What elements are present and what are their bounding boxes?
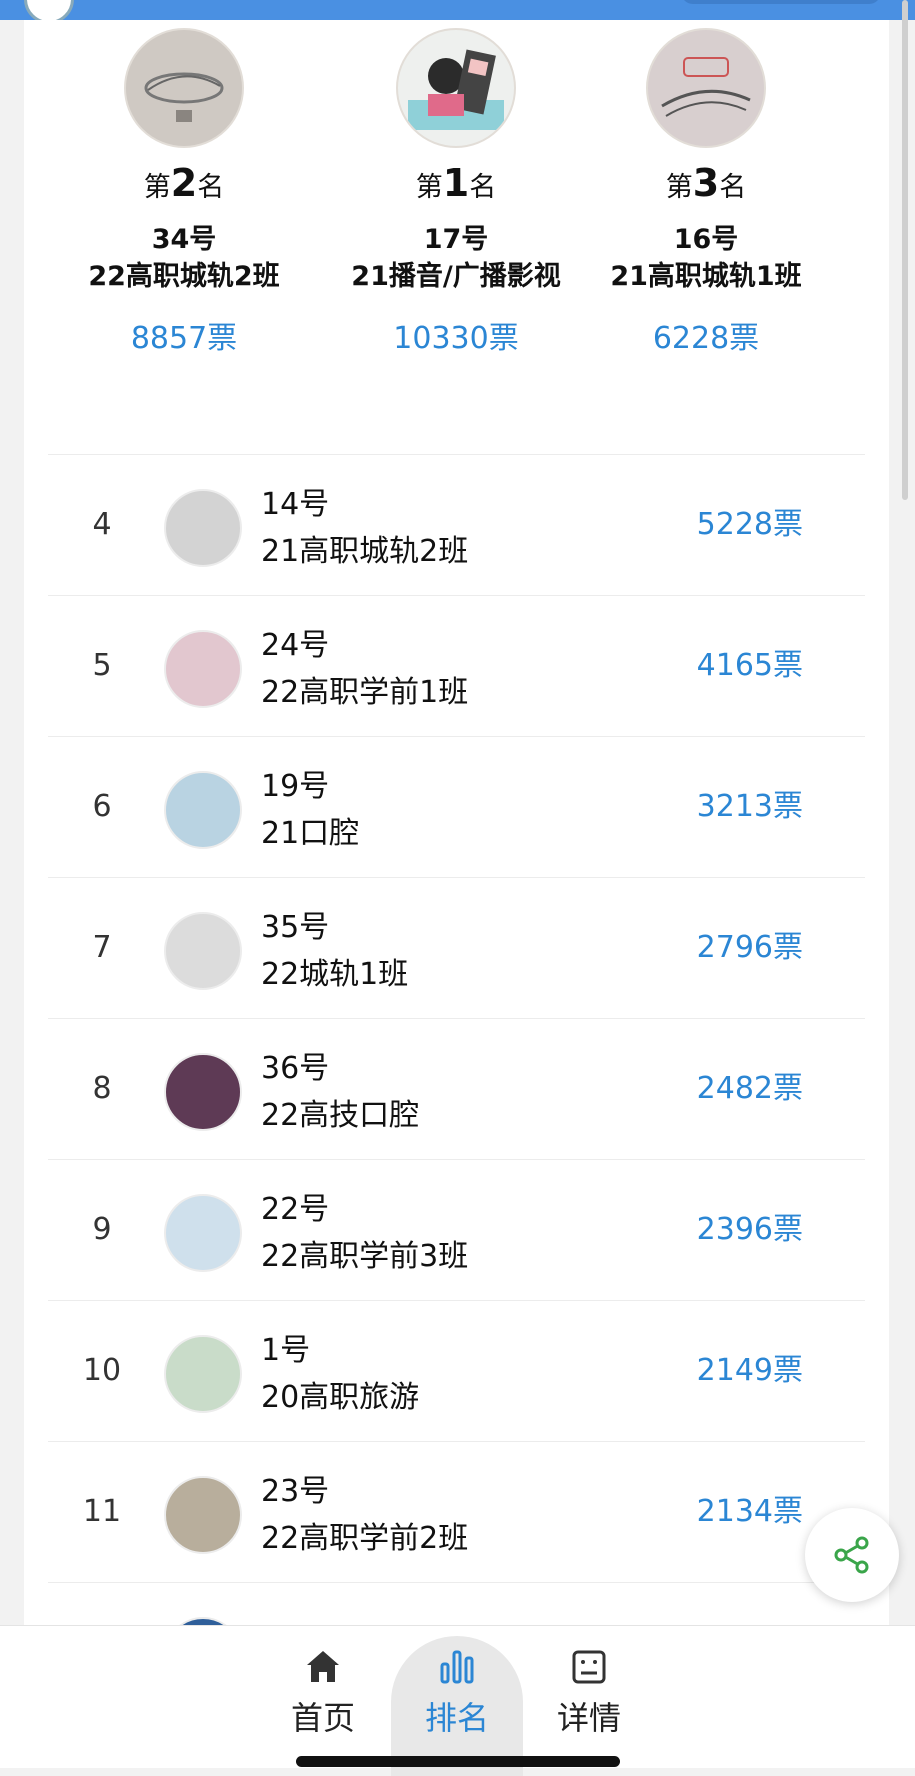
podium-class-name: 21高职城轨1班 <box>610 261 802 292</box>
entry-class-name: 22城轨1班 <box>261 957 409 992</box>
rank-position: 4 <box>92 507 112 542</box>
podium-votes: 8857票 <box>130 321 238 356</box>
ranking-row[interactable]: 5 24号 22高职学前1班 4165票 <box>48 595 865 736</box>
ranking-list: 4 14号 21高职城轨2班 5228票 5 24号 22高职学前1班 4165… <box>48 454 865 1625</box>
entry-number: 19号 <box>261 769 330 804</box>
podium-first[interactable]: 第1名 17号 21播音/广播影视 10330票 <box>331 28 581 359</box>
entry-votes: 2396票 <box>696 1212 803 1247</box>
podium-number: 17号 <box>423 224 489 255</box>
scrollbar-thumb[interactable] <box>902 0 908 500</box>
bar-chart-icon <box>440 1650 474 1684</box>
entry-class-name: 22高职学前1班 <box>261 675 469 710</box>
tab-ranking[interactable]: 排名 <box>391 1626 523 1776</box>
ranking-row[interactable]: 6 19号 21口腔 3213票 <box>48 736 865 877</box>
rank-position: 10 <box>82 1353 122 1388</box>
header-avatar[interactable] <box>24 0 74 20</box>
ranking-row-partial[interactable] <box>48 1582 865 1625</box>
home-indicator <box>296 1756 620 1767</box>
entry-class-name: 21口腔 <box>261 816 360 851</box>
podium-rank: 第2名 <box>143 161 225 205</box>
ranking-row[interactable]: 8 36号 22高技口腔 2482票 <box>48 1018 865 1159</box>
bottom-tab-bar: 首页 排名 详情 <box>0 1625 915 1776</box>
entry-thumbnail <box>164 1335 242 1413</box>
rank-position: 8 <box>92 1071 112 1106</box>
ranking-row[interactable]: 9 22号 22高职学前3班 2396票 <box>48 1159 865 1300</box>
rank-position: 9 <box>92 1212 112 1247</box>
tab-label: 详情 <box>556 1699 621 1737</box>
rank-position: 7 <box>92 930 112 965</box>
entry-number: 22号 <box>261 1192 330 1227</box>
ranking-panel: 第2名 34号 22高职城轨2班 8857票 第1名 17号 21播音/广播影视… <box>24 20 889 1625</box>
entry-thumbnail <box>164 771 242 849</box>
entry-votes: 2482票 <box>696 1071 803 1106</box>
podium-badge <box>396 28 516 148</box>
entry-thumbnail <box>164 489 242 567</box>
podium-class-name: 22高职城轨2班 <box>88 261 280 292</box>
entry-number: 36号 <box>261 1051 330 1086</box>
ranking-row[interactable]: 11 23号 22高职学前2班 2134票 <box>48 1441 865 1582</box>
rank-position: 6 <box>92 789 112 824</box>
ranking-row[interactable]: 7 35号 22城轨1班 2796票 <box>48 877 865 1018</box>
tab-details[interactable]: 详情 <box>524 1626 654 1768</box>
share-icon <box>834 1536 869 1574</box>
podium-class-name: 21播音/广播影视 <box>351 261 561 292</box>
entry-class-name: 21高职城轨2班 <box>261 534 469 569</box>
podium-rank: 第1名 <box>415 161 497 205</box>
entry-class-name: 22高职学前2班 <box>261 1521 469 1556</box>
ranking-row[interactable]: 4 14号 21高职城轨2班 5228票 <box>48 454 865 595</box>
podium-badge <box>646 28 766 148</box>
entry-votes: 2134票 <box>696 1494 803 1529</box>
share-button[interactable] <box>805 1508 899 1602</box>
podium-third[interactable]: 第3名 16号 21高职城轨1班 6228票 <box>581 28 831 359</box>
entry-number: 14号 <box>261 487 330 522</box>
podium-number: 34号 <box>151 224 217 255</box>
entry-thumbnail <box>164 1053 242 1131</box>
ranking-row[interactable]: 10 1号 20高职旅游 2149票 <box>48 1300 865 1441</box>
entry-thumbnail <box>164 1476 242 1554</box>
entry-thumbnail <box>164 1194 242 1272</box>
podium: 第2名 34号 22高职城轨2班 8857票 第1名 17号 21播音/广播影视… <box>24 20 889 440</box>
entry-thumbnail <box>164 912 242 990</box>
podium-number: 16号 <box>673 224 739 255</box>
details-icon <box>572 1650 606 1684</box>
podium-badge <box>124 28 244 148</box>
podium-second[interactable]: 第2名 34号 22高职城轨2班 8857票 <box>59 28 309 359</box>
rank-position: 11 <box>82 1494 122 1529</box>
entry-votes: 5228票 <box>696 507 803 542</box>
rank-position: 5 <box>92 648 112 683</box>
entry-class-name: 20高职旅游 <box>261 1380 420 1415</box>
entry-votes: 2149票 <box>696 1353 803 1388</box>
entry-class-name: 22高技口腔 <box>261 1098 420 1133</box>
entry-number: 35号 <box>261 910 330 945</box>
podium-rank: 第3名 <box>665 161 747 205</box>
home-icon <box>307 1651 339 1682</box>
entry-votes: 3213票 <box>696 789 803 824</box>
tab-home[interactable]: 首页 <box>258 1626 388 1768</box>
top-bar <box>0 0 915 20</box>
entry-number: 24号 <box>261 628 330 663</box>
entry-thumbnail <box>164 630 242 708</box>
entry-votes: 2796票 <box>696 930 803 965</box>
entry-number: 1号 <box>261 1333 311 1368</box>
entry-class-name: 22高职学前3班 <box>261 1239 469 1274</box>
tab-label: 首页 <box>290 1699 355 1737</box>
podium-votes: 6228票 <box>652 321 760 356</box>
header-pill-button[interactable] <box>681 0 881 4</box>
entry-thumbnail <box>164 1617 242 1625</box>
podium-votes: 10330票 <box>393 321 519 356</box>
entry-number: 23号 <box>261 1474 330 1509</box>
entry-votes: 4165票 <box>696 648 803 683</box>
tab-label: 排名 <box>424 1699 489 1737</box>
